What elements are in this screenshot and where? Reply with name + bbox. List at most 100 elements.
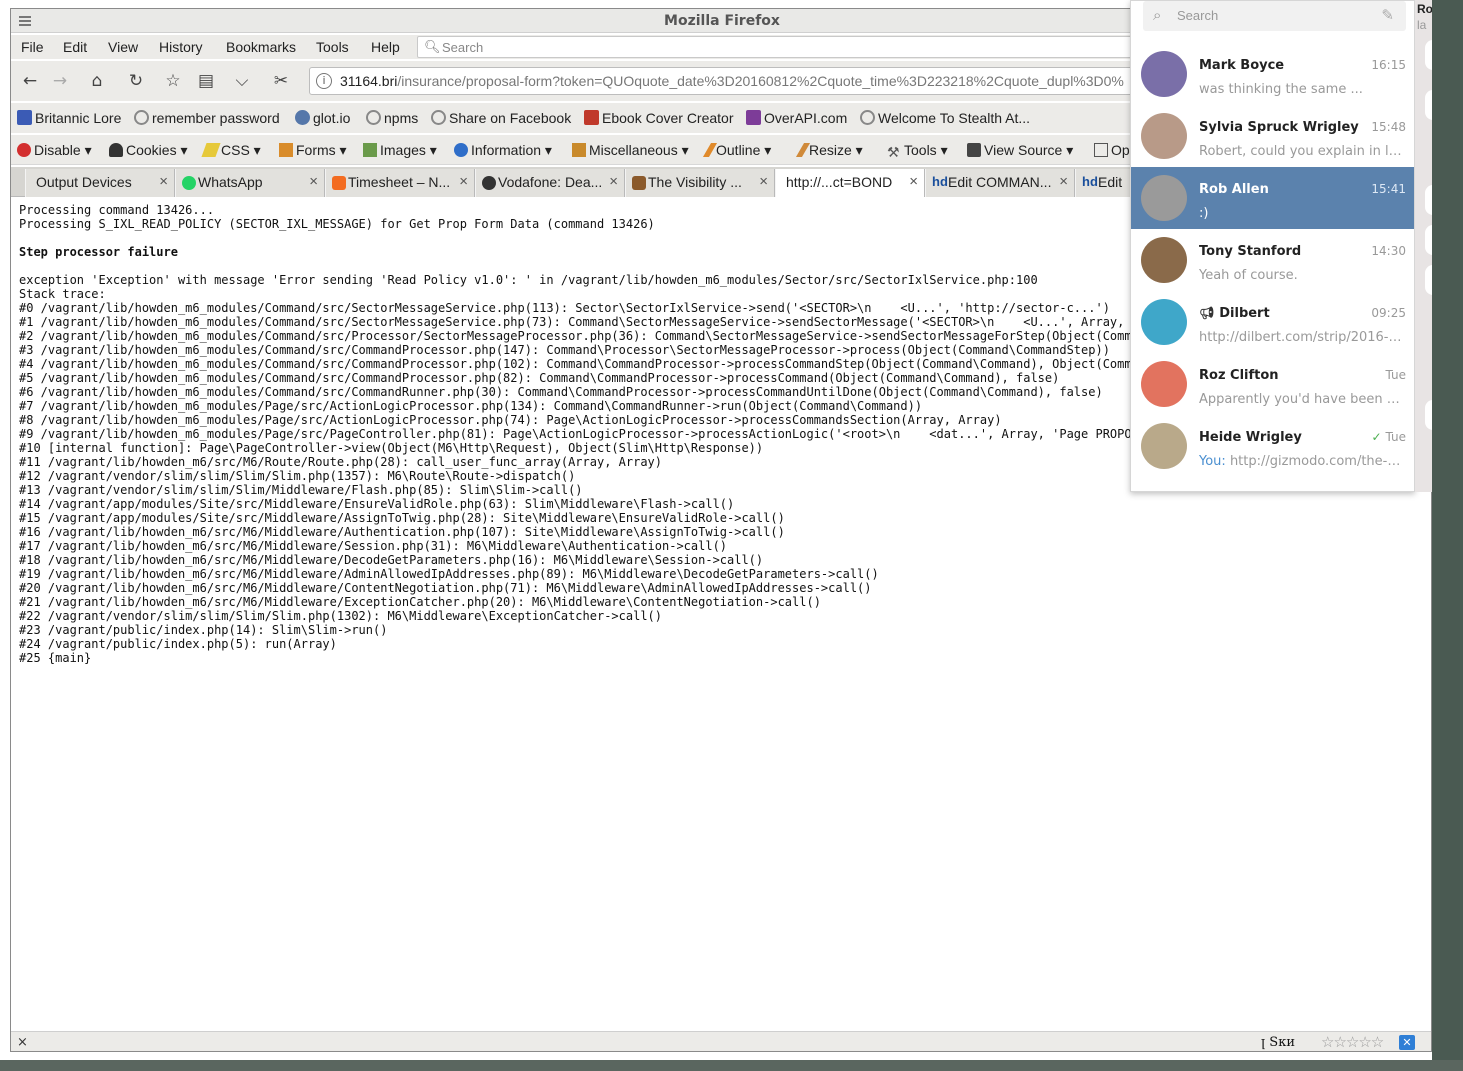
tab-active-proposal[interactable]: http://...ct=BOND × [775, 169, 925, 197]
chat-item-tony-stanford[interactable]: Tony Stanford 14:30 Yeah of course. [1131, 229, 1414, 291]
chat-search-input[interactable]: ⌕ Search ✎ [1143, 1, 1406, 31]
forms-icon [279, 143, 293, 157]
outline-icon [702, 143, 718, 157]
devtool-css[interactable]: CSS ▾ [201, 142, 261, 159]
devtool-information[interactable]: Information ▾ [454, 142, 552, 159]
devtool-miscellaneous[interactable]: Miscellaneous ▾ [572, 142, 689, 159]
menu-help[interactable]: Help [371, 39, 400, 55]
chat-preview: Yeah of course. [1199, 268, 1298, 283]
close-tab-icon[interactable]: × [609, 173, 618, 190]
chat-item-sylvia-spruck-wrigley[interactable]: Sylvia Spruck Wrigley 15:48 Robert, coul… [1131, 105, 1414, 167]
trace-line: #5 /vagrant/lib/howden_m6_modules/Comman… [19, 371, 1060, 385]
extension-x-icon[interactable]: ✕ [1399, 1035, 1415, 1050]
menu-edit[interactable]: Edit [63, 39, 87, 55]
message-bubble [1425, 40, 1432, 70]
back-arrow-icon[interactable]: ← [19, 70, 41, 92]
chat-time-row: ✓ Tue [1371, 430, 1406, 444]
devtool-disable[interactable]: Disable ▾ [17, 142, 92, 159]
close-tab-icon[interactable]: × [909, 173, 918, 190]
bookmark-welcome-to-stealth[interactable]: Welcome To Stealth At... [860, 110, 1030, 126]
bookmark-ebook-cover-creator[interactable]: Ebook Cover Creator [584, 110, 734, 126]
telegram-chat-list: ⌕ Search ✎ Mark Boyce 16:15 was thinking… [1130, 0, 1415, 492]
close-tab-icon[interactable]: × [309, 173, 318, 190]
tab-output-devices[interactable]: Output Devices × [25, 169, 175, 197]
conversation-subtitle: la [1417, 18, 1427, 32]
forward-arrow-icon[interactable]: → [49, 70, 71, 92]
menu-view[interactable]: View [108, 39, 138, 55]
megaphone-icon: 📢︎ [1199, 306, 1215, 320]
close-findbar-icon[interactable]: × [17, 1035, 28, 1050]
trace-line: #7 /vagrant/lib/howden_m6_modules/Page/s… [19, 399, 923, 413]
devtool-images[interactable]: Images ▾ [363, 142, 437, 159]
bookmark-glot-io[interactable]: glot.io [295, 110, 350, 126]
close-tab-icon[interactable]: × [759, 173, 768, 190]
devtool-outline[interactable]: Outline ▾ [702, 142, 771, 159]
trace-line: #9 /vagrant/lib/howden_m6_modules/Page/s… [19, 427, 1204, 441]
chat-item-dilbert[interactable]: 📢︎ Dilbert 09:25 http://dilbert.com/strip… [1131, 291, 1414, 353]
close-tab-icon[interactable]: × [159, 173, 168, 190]
devtool-label: Tools [904, 142, 937, 158]
message-bubble [1425, 90, 1432, 120]
tab-whatsapp[interactable]: WhatsApp × [175, 169, 325, 197]
url-text[interactable]: 31164.bri/insurance/proposal-form?token=… [340, 73, 1124, 89]
devtool-cookies[interactable]: Cookies ▾ [109, 142, 188, 159]
url-bar[interactable]: i 31164.bri/insurance/proposal-form?toke… [309, 67, 1139, 95]
harvest-icon [332, 176, 346, 190]
chat-item-roz-clifton[interactable]: Roz Clifton Tue Apparently you'd have be… [1131, 353, 1414, 415]
bookmark-share-on-facebook[interactable]: Share on Facebook [431, 110, 571, 126]
chat-name: Sylvia Spruck Wrigley [1199, 120, 1359, 135]
chat-name: Rob Allen [1199, 182, 1269, 197]
devtool-label: Disable [34, 142, 81, 158]
trace-line: #14 /vagrant/app/modules/Site/src/Middle… [19, 497, 735, 511]
devtool-forms[interactable]: Forms ▾ [279, 142, 347, 159]
compose-pencil-icon[interactable]: ✎ [1381, 6, 1394, 24]
trace-line: #15 /vagrant/app/modules/Site/src/Middle… [19, 511, 785, 525]
devtool-label: Forms [296, 142, 336, 158]
site-info-icon[interactable]: i [316, 73, 332, 89]
chat-item-heide-wrigley[interactable]: Heide Wrigley ✓ Tue You: http://gizmodo.c… [1131, 415, 1414, 477]
devtool-tools[interactable]: ⚒ Tools ▾ [887, 142, 948, 159]
bookmark-star-icon[interactable]: ☆ [162, 70, 184, 92]
devtool-view-source[interactable]: View Source ▾ [967, 142, 1073, 159]
chat-item-rob-allen[interactable]: Rob Allen 15:41 :) [1131, 167, 1414, 229]
you-prefix: You: [1199, 454, 1226, 469]
chat-time: 14:30 [1371, 244, 1406, 258]
globe-icon [366, 110, 381, 125]
chat-name: Roz Clifton [1199, 368, 1279, 383]
cut-icon[interactable]: ✂ [270, 70, 292, 92]
trace-line: #8 /vagrant/lib/howden_m6_modules/Page/s… [19, 413, 1002, 427]
chat-time: 15:48 [1371, 120, 1406, 134]
trace-line: #3 /vagrant/lib/howden_m6_modules/Comman… [19, 343, 1110, 357]
tools-icon: ⚒ [887, 144, 900, 160]
tab-timesheet[interactable]: Timesheet – N... × [325, 169, 475, 197]
options-icon [1094, 143, 1108, 157]
menu-file[interactable]: File [21, 39, 44, 55]
pocket-icon[interactable]: ⌵ [231, 70, 253, 92]
menu-bookmarks[interactable]: Bookmarks [226, 39, 296, 55]
reload-icon[interactable]: ↻ [125, 70, 147, 92]
close-tab-icon[interactable]: × [459, 173, 468, 190]
devtool-resize[interactable]: Resize ▾ [795, 142, 863, 159]
bookmark-overapi[interactable]: OverAPI.com [746, 110, 847, 126]
bookmark-label: Share on Facebook [449, 110, 572, 126]
menu-history[interactable]: History [159, 39, 203, 55]
close-tab-icon[interactable]: × [1059, 173, 1068, 190]
search-input[interactable]: 🔍︎ Search [417, 36, 1137, 58]
menu-tools[interactable]: Tools [316, 39, 349, 55]
bookmark-npms[interactable]: npms [366, 110, 418, 126]
tab-the-visibility[interactable]: The Visibility ... × [625, 169, 775, 197]
reading-list-icon[interactable]: ▤ [195, 70, 217, 92]
bookmark-britannic-lore[interactable]: Britannic Lore [17, 110, 121, 126]
trace-line: #0 /vagrant/lib/howden_m6_modules/Comman… [19, 301, 1110, 315]
chat-item-mark-boyce[interactable]: Mark Boyce 16:15 was thinking the same .… [1131, 43, 1414, 105]
home-icon[interactable]: ⌂ [86, 70, 108, 92]
tab-edit-command[interactable]: hd Edit COMMAN... × [925, 169, 1075, 197]
tab-vodafone[interactable]: Vodafone: Dea... × [475, 169, 625, 197]
devtool-options[interactable]: Op [1094, 142, 1130, 158]
bookmark-label: glot.io [313, 110, 351, 126]
cookies-icon [109, 143, 123, 157]
trace-line: #11 /vagrant/lib/howden_m6/src/M6/Route/… [19, 455, 662, 469]
skin-indicator[interactable]: ꞁ Ѕки [1261, 1035, 1295, 1050]
bookmark-remember-password[interactable]: remember password [134, 110, 280, 126]
rating-stars[interactable]: ☆☆☆☆☆ [1321, 1033, 1384, 1051]
